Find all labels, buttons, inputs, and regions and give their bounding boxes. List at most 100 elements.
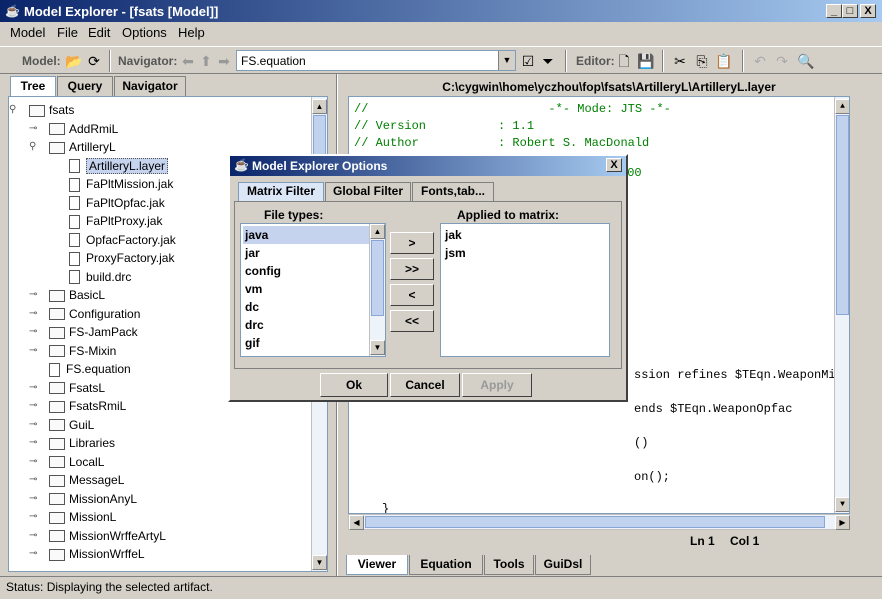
tree-item[interactable]: ⊸ GuiL [29, 416, 94, 434]
scroll-thumb[interactable] [371, 240, 384, 316]
collapsed-toggle-icon[interactable]: ⊸ [29, 527, 37, 545]
maximize-button[interactable]: □ [842, 4, 858, 18]
collapsed-toggle-icon[interactable]: ⊸ [29, 120, 37, 138]
collapsed-toggle-icon[interactable]: ⊸ [29, 545, 37, 563]
file-type-item[interactable]: gif [243, 334, 369, 352]
menu-file[interactable]: File [57, 25, 78, 40]
tree-item[interactable]: FS.equation [49, 360, 131, 378]
tree-item[interactable]: ⊸ FS-Mixin [29, 342, 116, 360]
collapsed-toggle-icon[interactable]: ⊸ [29, 471, 37, 489]
tab-tree[interactable]: Tree [10, 76, 56, 96]
open-folder-icon[interactable]: 📂 [64, 51, 84, 71]
expanded-toggle-icon[interactable]: ⚲ [29, 138, 36, 156]
file-type-item[interactable]: jar [243, 244, 369, 262]
collapsed-toggle-icon[interactable]: ⊸ [29, 379, 37, 397]
scroll-down-icon[interactable]: ▼ [370, 340, 385, 355]
move-right-button[interactable]: > [390, 232, 434, 254]
scroll-left-icon[interactable]: ◀ [349, 515, 364, 530]
tree-item[interactable]: FaPltMission.jak [69, 175, 173, 193]
tab-equation[interactable]: Equation [409, 555, 483, 575]
tree-item[interactable]: build.drc [69, 268, 131, 286]
collapsed-toggle-icon[interactable]: ⊸ [29, 453, 37, 471]
scroll-right-icon[interactable]: ▶ [835, 515, 850, 530]
redo-icon[interactable]: ↷ [772, 51, 792, 71]
tab-viewer[interactable]: Viewer [346, 555, 408, 575]
tree-item[interactable]: FaPltOpfac.jak [69, 194, 165, 212]
tab-tools[interactable]: Tools [484, 555, 534, 575]
move-all-right-button[interactable]: >> [390, 258, 434, 280]
collapsed-toggle-icon[interactable]: ⊸ [29, 286, 37, 304]
up-arrow-icon[interactable]: ⬆ [196, 51, 216, 71]
file-type-item[interactable]: java [243, 226, 369, 244]
cancel-button[interactable]: Cancel [390, 373, 460, 397]
collapsed-toggle-icon[interactable]: ⊸ [29, 434, 37, 452]
filter-icon[interactable]: ⏷ [538, 51, 558, 71]
refresh-icon[interactable]: ⟳ [84, 51, 104, 71]
move-all-left-button[interactable]: << [390, 310, 434, 332]
tree-item[interactable]: ⊸ MissionWrffeArtyL [29, 527, 166, 545]
file-type-item[interactable]: vm [243, 280, 369, 298]
tree-item[interactable]: OpfacFactory.jak [69, 231, 176, 249]
menu-options[interactable]: Options [122, 25, 167, 40]
tree-item[interactable]: ⊸ MessageL [29, 471, 124, 489]
move-left-button[interactable]: < [390, 284, 434, 306]
tab-matrix-filter[interactable]: Matrix Filter [238, 182, 324, 201]
tree-item[interactable]: ProxyFactory.jak [69, 249, 174, 267]
tree-item[interactable]: ⚲ fsats [9, 101, 74, 119]
file-type-item[interactable]: config [243, 262, 369, 280]
scroll-thumb[interactable] [836, 115, 849, 315]
save-icon[interactable]: 💾 [636, 51, 656, 71]
menu-help[interactable]: Help [178, 25, 205, 40]
applied-list[interactable]: jak jsm [440, 223, 610, 357]
collapsed-toggle-icon[interactable]: ⊸ [29, 416, 37, 434]
scroll-up-icon[interactable]: ▲ [370, 224, 385, 239]
file-type-item[interactable]: drc [243, 316, 369, 334]
tab-navigator[interactable]: Navigator [114, 76, 186, 96]
applied-item[interactable]: jak [443, 226, 569, 244]
tree-item[interactable]: ⚲ ArtilleryL [29, 138, 116, 156]
tab-global-filter[interactable]: Global Filter [325, 182, 411, 201]
collapsed-toggle-icon[interactable]: ⊸ [29, 490, 37, 508]
tree-item[interactable]: FaPltProxy.jak [69, 212, 162, 230]
undo-icon[interactable]: ↶ [750, 51, 770, 71]
scroll-down-icon[interactable]: ▼ [835, 497, 849, 512]
tree-item[interactable]: ⊸ MissionWrffeL [29, 545, 145, 563]
file-types-scrollbar[interactable]: ▲ ▼ [369, 224, 385, 356]
copy-icon[interactable]: ⎘ [692, 51, 712, 71]
collapsed-toggle-icon[interactable]: ⊸ [29, 305, 37, 323]
cut-icon[interactable]: ✂ [670, 51, 690, 71]
scroll-up-icon[interactable]: ▲ [835, 99, 849, 114]
chevron-down-icon[interactable]: ▼ [498, 51, 515, 70]
tree-item[interactable]: ⊸ LocalL [29, 453, 104, 471]
navigator-combo[interactable]: FS.equation ▼ [236, 50, 516, 71]
tree-item[interactable]: ⊸ MissionAnyL [29, 490, 137, 508]
tab-fonts[interactable]: Fonts,tab... [412, 182, 494, 201]
tree-item[interactable]: ⊸ FsatsL [29, 379, 105, 397]
tree-item[interactable]: ⊸ FsatsRmiL [29, 397, 126, 415]
close-button[interactable]: X [860, 4, 876, 18]
tree-item[interactable]: ⊸ FS-JamPack [29, 323, 138, 341]
tree-item[interactable]: ⊸ AddRmiL [29, 120, 118, 138]
tree-item[interactable]: ⊸ BasicL [29, 286, 105, 304]
collapsed-toggle-icon[interactable]: ⊸ [29, 342, 37, 360]
tree-item[interactable]: ⊸ Configuration [29, 305, 140, 323]
scroll-up-icon[interactable]: ▲ [312, 99, 327, 114]
editor-vscrollbar[interactable]: ▲ ▼ [834, 97, 849, 513]
minimize-button[interactable]: _ [826, 4, 842, 18]
collapsed-toggle-icon[interactable]: ⊸ [29, 323, 37, 341]
tab-query[interactable]: Query [57, 76, 113, 96]
collapsed-toggle-icon[interactable]: ⊸ [29, 397, 37, 415]
tree-item[interactable]: ⊸ Libraries [29, 434, 115, 452]
dialog-close-button[interactable]: X [606, 158, 622, 172]
ok-button[interactable]: Ok [320, 373, 388, 397]
tree-item[interactable]: ⊸ MissionL [29, 508, 116, 526]
menu-edit[interactable]: Edit [88, 25, 110, 40]
new-file-icon[interactable]: 🗋 [614, 51, 634, 71]
applied-item[interactable]: jsm [443, 244, 569, 262]
check-list-icon[interactable]: ☑ [518, 51, 538, 71]
file-type-item[interactable]: dc [243, 298, 369, 316]
paste-icon[interactable]: 📋 [714, 51, 734, 71]
expanded-toggle-icon[interactable]: ⚲ [9, 101, 16, 119]
find-binoculars-icon[interactable]: 🔍 [796, 51, 816, 71]
apply-button[interactable]: Apply [462, 373, 532, 397]
